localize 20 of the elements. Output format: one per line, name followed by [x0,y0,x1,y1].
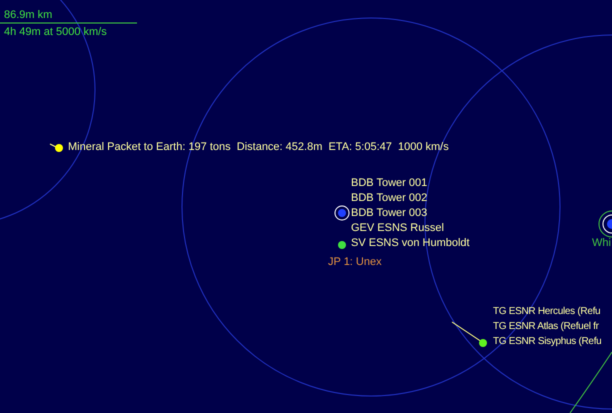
station-label: BDB Tower 001 [351,177,428,190]
scale-distance: 86.9m km [4,9,52,22]
packet-label: Mineral Packet to Earth: 197 tons Distance: 452.8m ETA: 5:05:47 1000 km/s [68,141,449,154]
orbit-arc [570,352,612,413]
station-icon [334,206,350,220]
ship-icon [479,339,487,347]
planet-icon [598,210,612,238]
leader-line [452,322,482,342]
fleet-label: TG ESNR Hercules (Refu [493,305,600,318]
station-label: GEV ESNS Russel [351,222,444,235]
station-label: BDB Tower 003 [351,207,428,220]
fleet-label: TG ESNR Sisyphus (Refu [493,335,602,348]
station-label: SV ESNS von Humboldt [351,237,470,250]
station-label: BDB Tower 002 [351,192,428,205]
scale-travel-time: 4h 49m at 5000 km/s [4,26,107,39]
packet-icon [55,144,63,152]
fleet-label: TG ESNR Atlas (Refuel fr [493,320,599,333]
ship-icon [338,241,346,249]
planet-label: Whi [592,237,611,250]
jump-point-label: JP 1: Unex [328,256,382,269]
